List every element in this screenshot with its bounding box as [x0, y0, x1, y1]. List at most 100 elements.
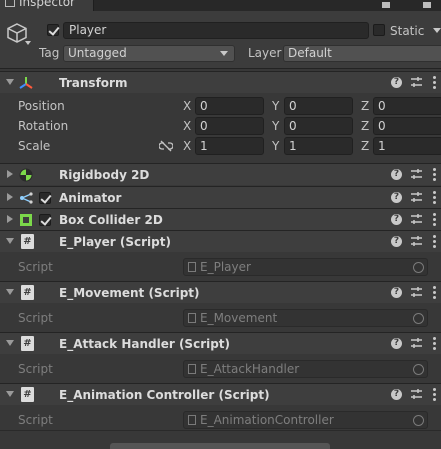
help-icon[interactable]: ?	[391, 214, 402, 225]
animator-header[interactable]: Animator ?	[0, 186, 441, 208]
help-icon[interactable]: ?	[391, 169, 402, 180]
foldout-arrow-icon[interactable]	[7, 170, 13, 178]
presets-icon[interactable]	[410, 388, 423, 401]
axis-x-label[interactable]: X	[183, 118, 191, 134]
help-icon[interactable]: ?	[391, 192, 402, 203]
inspector-footer	[0, 430, 441, 449]
foldout-arrow-icon[interactable]	[6, 238, 14, 244]
script-object-field[interactable]: E_Movement	[183, 309, 428, 327]
inspector-icon	[5, 0, 15, 7]
name-field[interactable]: Player	[63, 22, 369, 39]
more-menu-icon[interactable]	[433, 213, 436, 227]
tab-inspector[interactable]: Inspector	[0, 0, 94, 11]
lock-icon[interactable]	[382, 2, 390, 8]
script-value: E_Movement	[200, 311, 278, 325]
object-picker-icon[interactable]	[413, 262, 424, 273]
foldout-arrow-icon[interactable]	[6, 391, 14, 397]
component-title: Box Collider 2D	[59, 213, 163, 227]
presets-icon[interactable]	[410, 191, 423, 204]
script-icon: #	[21, 285, 34, 300]
more-menu-icon[interactable]	[433, 235, 436, 249]
presets-icon[interactable]	[410, 286, 423, 299]
rotation-x-field[interactable]: 0	[195, 117, 264, 135]
more-menu-icon[interactable]	[433, 191, 436, 205]
icon-dropdown-arrow[interactable]	[25, 41, 31, 45]
scale-x-field[interactable]: 1	[195, 137, 264, 155]
presets-icon[interactable]	[410, 235, 423, 248]
script-header-e-attack-handler[interactable]: # E_Attack Handler (Script) ?	[0, 332, 441, 354]
tag-label: Tag	[39, 46, 60, 60]
script-header-e-animation-controller[interactable]: # E_Animation Controller (Script) ?	[0, 383, 441, 405]
script-icon: #	[21, 234, 34, 249]
object-header: Player Static Tag Untagged Layer Default	[0, 11, 441, 69]
layer-label: Layer	[248, 46, 282, 60]
animator-icon	[20, 192, 33, 204]
axis-z-label[interactable]: Z	[361, 98, 369, 114]
static-dropdown-arrow[interactable]	[433, 28, 441, 33]
active-checkbox[interactable]	[47, 24, 59, 36]
position-y-field[interactable]: 0	[284, 97, 353, 115]
enabled-checkbox[interactable]	[39, 192, 51, 204]
presets-icon[interactable]	[410, 168, 423, 181]
foldout-arrow-icon[interactable]	[6, 289, 14, 295]
axis-y-label[interactable]: Y	[272, 138, 279, 154]
foldout-arrow-icon[interactable]	[6, 340, 14, 346]
script-header-e-movement[interactable]: # E_Movement (Script) ?	[0, 281, 441, 303]
object-picker-icon[interactable]	[413, 364, 424, 375]
axis-x-label[interactable]: X	[183, 98, 191, 114]
rigidbody-2d-header[interactable]: Rigidbody 2D ?	[0, 163, 441, 185]
position-z-field[interactable]: 0	[373, 97, 441, 115]
script-value: E_Player	[200, 260, 251, 274]
script-object-field[interactable]: E_AttackHandler	[183, 360, 428, 378]
script-object-field[interactable]: E_Player	[183, 258, 428, 276]
help-icon[interactable]: ?	[391, 389, 402, 400]
axis-y-label[interactable]: Y	[272, 98, 279, 114]
script-label: Script	[18, 413, 53, 427]
presets-icon[interactable]	[410, 213, 423, 226]
script-header-e-player[interactable]: # E_Player (Script) ?	[0, 230, 441, 252]
help-icon[interactable]: ?	[391, 338, 402, 349]
foldout-arrow-icon[interactable]	[6, 79, 14, 85]
object-picker-icon[interactable]	[413, 313, 424, 324]
script-object-field[interactable]: E_AnimationController	[183, 411, 428, 429]
axis-y-label[interactable]: Y	[272, 118, 279, 134]
script-file-icon	[188, 313, 196, 323]
more-menu-icon[interactable]	[433, 76, 436, 90]
more-menu-icon[interactable]	[433, 388, 436, 402]
scale-y-field[interactable]: 1	[284, 137, 353, 155]
more-menu-icon[interactable]	[433, 168, 436, 182]
presets-icon[interactable]	[410, 76, 423, 89]
help-icon[interactable]: ?	[391, 77, 402, 88]
add-component-button[interactable]	[110, 443, 330, 449]
scale-z-field[interactable]: 1	[373, 137, 441, 155]
script-row: Script E_AttackHandler	[0, 355, 441, 383]
more-menu-icon[interactable]	[433, 286, 436, 300]
transform-header[interactable]: Transform ?	[0, 71, 441, 93]
foldout-arrow-icon[interactable]	[7, 193, 13, 201]
rotation-z-field[interactable]: 0	[373, 117, 441, 135]
tag-value: Untagged	[68, 46, 127, 60]
more-menu-icon[interactable]	[433, 337, 436, 351]
script-value: E_AttackHandler	[200, 362, 300, 376]
axis-z-label[interactable]: Z	[361, 118, 369, 134]
tab-menu-icon[interactable]	[423, 2, 431, 8]
script-label: Script	[18, 311, 53, 325]
axis-z-label[interactable]: Z	[361, 138, 369, 154]
box-collider-2d-header[interactable]: Box Collider 2D ?	[0, 208, 441, 230]
help-icon[interactable]: ?	[391, 236, 402, 247]
tag-dropdown[interactable]: Untagged	[63, 45, 235, 62]
component-title: E_Animation Controller (Script)	[59, 388, 270, 402]
help-icon[interactable]: ?	[391, 287, 402, 298]
object-picker-icon[interactable]	[413, 415, 424, 426]
foldout-arrow-icon[interactable]	[7, 215, 13, 223]
layer-dropdown[interactable]: Default	[283, 45, 441, 62]
position-x-field[interactable]: 0	[195, 97, 264, 115]
transform-row-rotation: Rotation X 0 Y 0 Z 0	[0, 116, 441, 136]
enabled-checkbox[interactable]	[39, 214, 51, 226]
presets-icon[interactable]	[410, 337, 423, 350]
static-checkbox[interactable]	[373, 24, 385, 36]
constrain-proportions-icon[interactable]	[159, 140, 173, 152]
rotation-y-field[interactable]: 0	[284, 117, 353, 135]
transform-icon	[19, 77, 33, 89]
axis-x-label[interactable]: X	[183, 138, 191, 154]
